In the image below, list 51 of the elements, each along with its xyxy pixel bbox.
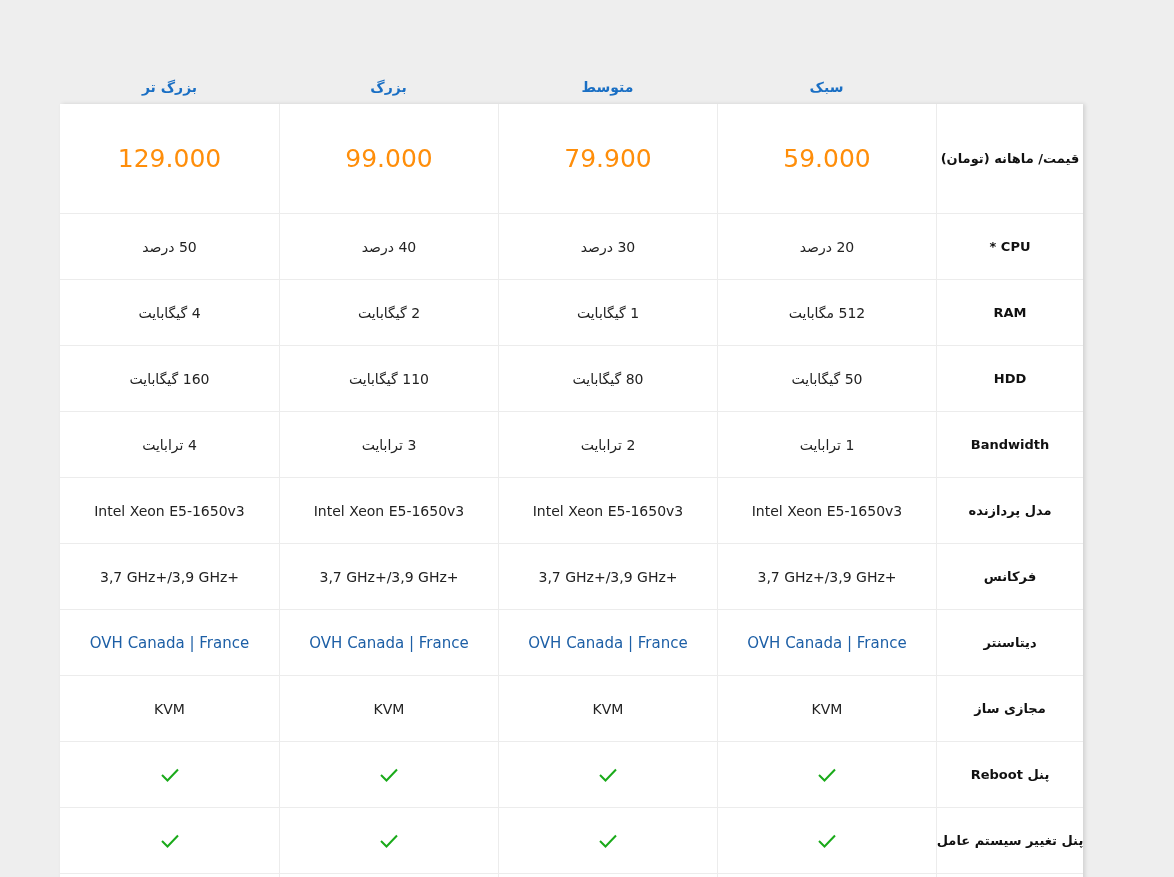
- table-cell: 110 گیگابایت: [349, 370, 429, 387]
- price-value: 59.000: [783, 144, 871, 173]
- table-cell: 512 مگابایت: [788, 304, 866, 321]
- table-cell: KVM: [811, 700, 843, 717]
- table-cell: Intel Xeon E5-1650v3: [532, 502, 684, 519]
- row-label: CPU *: [989, 239, 1031, 254]
- plan-name: بزرگ تر: [141, 79, 198, 95]
- table-cell: 1 ترابایت: [799, 436, 855, 453]
- plan-name: بزرگ: [370, 79, 407, 95]
- price-value: 129.000: [117, 144, 222, 173]
- row-label: پنل Reboot: [970, 767, 1050, 782]
- table-cell: 1 گیگابایت: [576, 304, 640, 321]
- table-cell: Intel Xeon E5-1650v3: [94, 502, 245, 519]
- datacenter-link[interactable]: OVH Canada | France: [89, 633, 250, 652]
- table-cell: KVM: [592, 700, 624, 717]
- table-cell: 2 گیگابایت: [357, 304, 421, 321]
- row-label: قیمت/ ماهانه (تومان): [940, 151, 1080, 166]
- datacenter-link[interactable]: OVH Canada | France: [309, 633, 469, 652]
- table-cell: 160 گیگابایت: [129, 370, 210, 387]
- price-value: 99.000: [345, 144, 433, 173]
- table-cell: 3 ترابایت: [361, 436, 417, 453]
- row-label: فرکانس: [983, 569, 1037, 584]
- table-cell: 20 درصد: [799, 238, 855, 255]
- table-cell: Intel Xeon E5-1650v3: [313, 502, 465, 519]
- table-cell: 2 ترابایت: [580, 436, 636, 453]
- table-cell: 3,7 GHz+/3,9 GHz+: [99, 568, 240, 585]
- row-label: HDD: [993, 371, 1027, 386]
- row-label: دیتاسنتر: [983, 635, 1037, 650]
- table-cell: 80 گیگابایت: [572, 370, 644, 387]
- row-label: مدل پردازنده: [968, 503, 1052, 518]
- table-cell: 4 ترابایت: [142, 436, 197, 453]
- table-cell: 30 درصد: [580, 238, 636, 255]
- row-label: RAM: [993, 305, 1027, 320]
- row-label: Bandwidth: [970, 437, 1050, 452]
- table-cell: KVM: [154, 700, 185, 717]
- table-cell: KVM: [373, 700, 405, 717]
- datacenter-link[interactable]: OVH Canada | France: [747, 633, 907, 652]
- table-cell: 40 درصد: [361, 238, 417, 255]
- plan-name: متوسط: [581, 79, 634, 95]
- table-cell: 50 درصد: [142, 238, 197, 255]
- row-label: پنل تغییر سیستم عامل: [936, 833, 1084, 848]
- price-value: 79.900: [564, 144, 652, 173]
- table-cell: Intel Xeon E5-1650v3: [751, 502, 903, 519]
- plan-name: سبک: [809, 79, 844, 95]
- table-cell: 3,7 GHz+/3,9 GHz+: [757, 568, 897, 585]
- datacenter-link[interactable]: OVH Canada | France: [528, 633, 688, 652]
- table-cell: 4 گیگابایت: [138, 304, 201, 321]
- table-cell: 3,7 GHz+/3,9 GHz+: [538, 568, 678, 585]
- table-cell: 3,7 GHz+/3,9 GHz+: [319, 568, 459, 585]
- table-cell: 50 گیگابایت: [791, 370, 863, 387]
- row-label: مجازی ساز: [974, 701, 1046, 716]
